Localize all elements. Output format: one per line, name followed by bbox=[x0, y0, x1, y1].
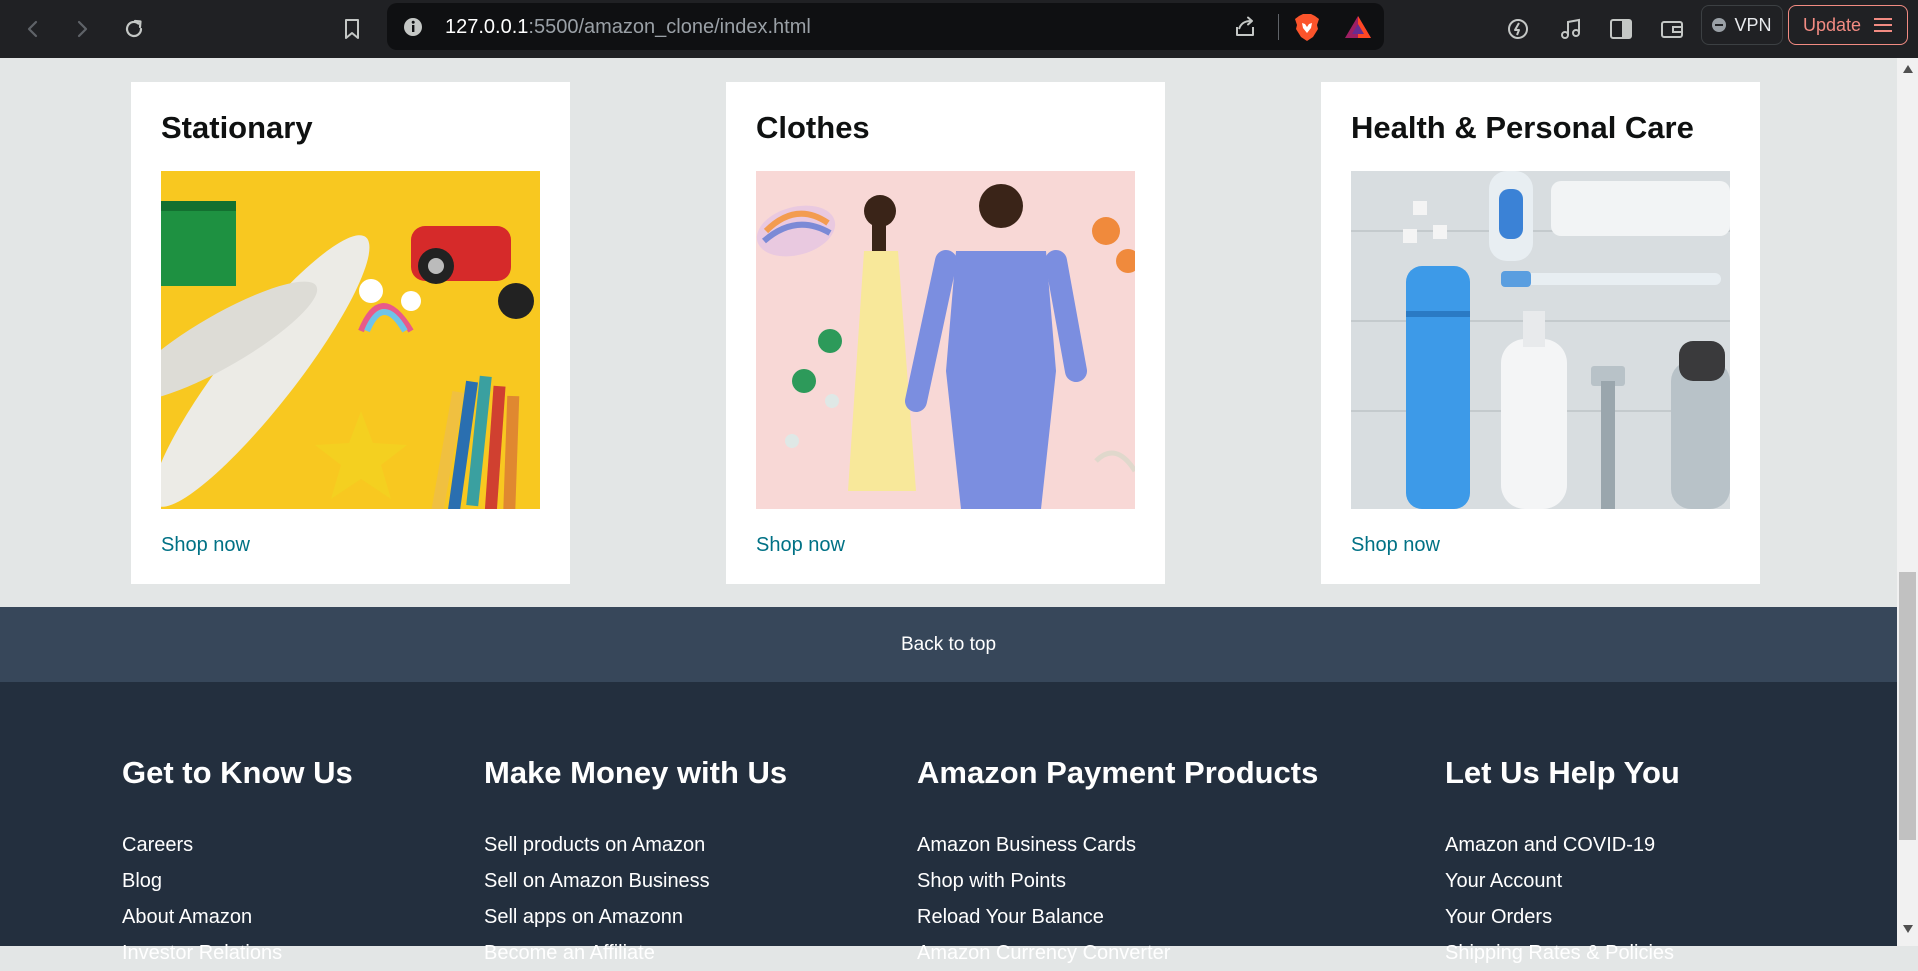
card-title: Clothes bbox=[756, 110, 870, 145]
footer-column-title: Get to Know Us bbox=[122, 755, 353, 790]
shop-now-link[interactable]: Shop now bbox=[1351, 534, 1440, 557]
footer-link[interactable]: Your Account bbox=[1445, 863, 1680, 899]
brave-rewards-icon[interactable] bbox=[1343, 13, 1373, 41]
stationary-image bbox=[161, 171, 540, 509]
card-title: Health & Personal Care bbox=[1351, 110, 1694, 145]
browser-toolbar: 127.0.0.1:5500/amazon_clone/index.html V… bbox=[0, 0, 1918, 58]
footer-column-get-to-know-us: Get to Know Us Careers Blog About Amazon… bbox=[122, 755, 353, 971]
footer-link[interactable]: Careers bbox=[122, 827, 353, 863]
footer-column-title: Let Us Help You bbox=[1445, 755, 1680, 790]
footer-link[interactable]: Sell apps on Amazonn bbox=[484, 899, 787, 935]
url-host: 127.0.0.1 bbox=[445, 16, 529, 38]
footer-column-make-money: Make Money with Us Sell products on Amaz… bbox=[484, 755, 787, 971]
back-icon[interactable] bbox=[17, 13, 49, 45]
footer-link[interactable]: Amazon Currency Converter bbox=[917, 935, 1318, 971]
forward-icon[interactable] bbox=[66, 13, 98, 45]
brave-shields-icon[interactable] bbox=[1293, 12, 1321, 42]
wallet-icon[interactable] bbox=[1656, 13, 1688, 45]
footer-link[interactable]: About Amazon bbox=[122, 899, 353, 935]
back-to-top-label: Back to top bbox=[900, 633, 997, 655]
site-info-icon[interactable] bbox=[401, 15, 425, 39]
health-image bbox=[1351, 171, 1730, 509]
reload-icon[interactable] bbox=[118, 13, 150, 45]
vpn-button[interactable]: VPN bbox=[1701, 5, 1783, 45]
footer-column-title: Amazon Payment Products bbox=[917, 755, 1319, 790]
url-path: :5500/amazon_clone/index.html bbox=[528, 16, 811, 38]
back-to-top-button[interactable]: Back to top bbox=[0, 607, 1897, 682]
clothes-image bbox=[756, 171, 1135, 509]
footer-link[interactable]: Shipping Rates & Policies bbox=[1445, 935, 1680, 971]
leo-icon[interactable] bbox=[1502, 13, 1534, 45]
shop-now-link[interactable]: Shop now bbox=[756, 534, 845, 557]
footer-link[interactable]: Your Orders bbox=[1445, 899, 1680, 935]
footer-column-payment-products: Amazon Payment Products Amazon Business … bbox=[917, 755, 1318, 971]
footer-link[interactable]: Amazon and COVID-19 bbox=[1445, 827, 1680, 863]
scroll-down-arrow-icon[interactable] bbox=[1902, 924, 1914, 934]
category-card-stationary: Stationary Shop now bbox=[131, 82, 570, 584]
category-card-health: Health & Personal Care Shop now bbox=[1321, 82, 1760, 584]
card-title: Stationary bbox=[161, 110, 313, 145]
menu-icon bbox=[1873, 17, 1893, 33]
footer-link[interactable]: Sell on Amazon Business bbox=[484, 863, 787, 899]
footer-link[interactable]: Blog bbox=[122, 863, 353, 899]
vpn-status-icon bbox=[1712, 18, 1727, 32]
scrollbar-thumb[interactable] bbox=[1899, 572, 1916, 840]
footer-link[interactable]: Become an Affiliate bbox=[484, 935, 787, 971]
update-button[interactable]: Update bbox=[1788, 5, 1908, 45]
update-label: Update bbox=[1802, 14, 1862, 35]
sidebar-icon[interactable] bbox=[1605, 13, 1637, 45]
address-bar[interactable]: 127.0.0.1:5500/amazon_clone/index.html bbox=[387, 3, 1384, 50]
share-icon[interactable] bbox=[1231, 13, 1259, 41]
footer-link[interactable]: Reload Your Balance bbox=[917, 899, 1318, 935]
category-card-clothes: Clothes Shop now bbox=[726, 82, 1165, 584]
footer-column-help: Let Us Help You Amazon and COVID-19 Your… bbox=[1445, 755, 1680, 971]
footer-column-title: Make Money with Us bbox=[484, 755, 788, 790]
footer-link[interactable]: Sell products on Amazon bbox=[484, 827, 787, 863]
music-icon[interactable] bbox=[1554, 13, 1586, 45]
shop-now-link[interactable]: Shop now bbox=[161, 534, 250, 557]
separator bbox=[1278, 14, 1279, 40]
scroll-up-arrow-icon[interactable] bbox=[1902, 64, 1914, 74]
bookmark-icon[interactable] bbox=[336, 13, 368, 45]
vpn-label: VPN bbox=[1734, 14, 1772, 35]
footer-link[interactable]: Shop with Points bbox=[917, 863, 1318, 899]
footer-link[interactable]: Investor Relations bbox=[122, 935, 353, 971]
url-text[interactable]: 127.0.0.1:5500/amazon_clone/index.html bbox=[445, 16, 811, 39]
footer: Get to Know Us Careers Blog About Amazon… bbox=[0, 682, 1897, 964]
footer-link[interactable]: Amazon Business Cards bbox=[917, 827, 1318, 863]
